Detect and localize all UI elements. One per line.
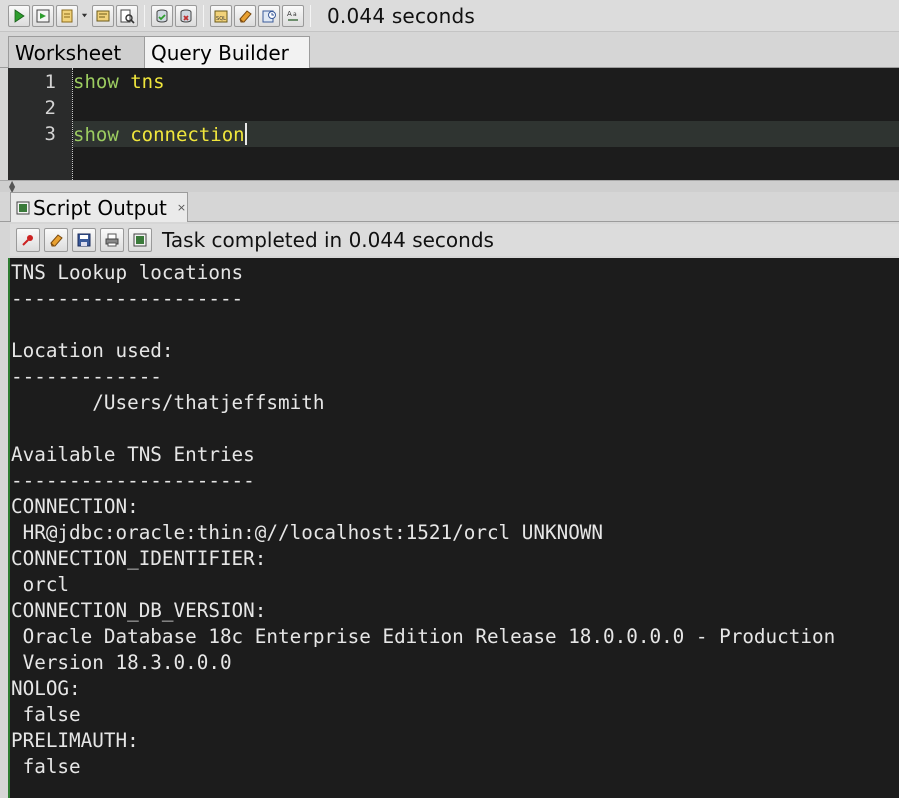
sql-editor[interactable]: 1 2 3 show tns show connection	[8, 68, 899, 180]
line-number: 2	[44, 97, 56, 119]
toolbar-separator	[203, 4, 204, 27]
output-line: Available TNS Entries	[11, 443, 255, 466]
output-line: HR@jdbc:oracle:thin:@//localhost:1521/or…	[11, 521, 604, 544]
editor-tab-bar: Worksheet Query Builder	[0, 34, 899, 68]
toolbar-separator	[310, 4, 311, 27]
text-caret	[244, 123, 247, 145]
worksheet-toolbar: SQL Aa 0.044 seconds	[0, 0, 899, 32]
output-tab-bar: Script Output ×	[0, 192, 899, 222]
pin-icon	[22, 235, 33, 246]
output-line: TNS Lookup locations	[11, 261, 244, 284]
chevron-down-icon	[81, 13, 87, 18]
buffer-size-button[interactable]	[128, 228, 152, 252]
tab-script-output[interactable]: Script Output ×	[10, 192, 188, 222]
code-keyword: show	[73, 71, 119, 93]
clear-output-button[interactable]	[44, 228, 68, 252]
code-argument: tns	[130, 71, 165, 93]
svg-text:SQL: SQL	[216, 16, 226, 22]
output-line: NOLOG:	[11, 677, 81, 700]
tab-worksheet[interactable]: Worksheet	[8, 36, 145, 68]
save-output-button[interactable]	[72, 228, 96, 252]
output-line: Version 18.3.0.0.0	[11, 651, 232, 674]
explain-plan-button[interactable]	[92, 4, 114, 27]
clear-button[interactable]	[234, 4, 256, 27]
print-output-button[interactable]	[100, 228, 124, 252]
close-icon[interactable]: ×	[177, 201, 186, 214]
code-line[interactable]: show tns	[73, 71, 165, 93]
svg-text:A: A	[287, 10, 292, 18]
unshared-sql-button[interactable]: SQL	[210, 4, 232, 27]
autotrace-button[interactable]	[56, 4, 78, 27]
run-statement-icon	[14, 8, 25, 23]
output-line: /Users/thatjeffsmith	[11, 391, 325, 414]
sql-history-icon	[262, 10, 276, 22]
panel-splitter[interactable]: ▲ ▼	[0, 180, 899, 194]
unshared-sql-icon: SQL	[214, 10, 228, 22]
script-output-icon	[16, 201, 30, 214]
sql-tuning-icon	[120, 9, 135, 24]
buffer-size-icon	[133, 233, 147, 247]
format-case-button[interactable]: Aa	[282, 4, 304, 27]
commit-icon	[156, 9, 168, 23]
sql-tuning-button[interactable]	[116, 4, 138, 27]
pin-button[interactable]	[16, 228, 40, 252]
output-line: --------------------	[11, 287, 244, 310]
print-icon	[105, 233, 119, 247]
toolbar-separator	[144, 4, 145, 27]
commit-button[interactable]	[151, 4, 173, 27]
output-line: PRELIMAUTH:	[11, 729, 139, 752]
output-line: Oracle Database 18c Enterprise Edition R…	[11, 625, 836, 648]
run-statement-button[interactable]	[8, 4, 30, 27]
output-line: CONNECTION:	[11, 495, 139, 518]
output-line: CONNECTION_IDENTIFIER:	[11, 547, 267, 570]
code-keyword: show	[73, 124, 119, 146]
output-line: orcl	[11, 573, 70, 596]
current-code-line[interactable]: show connection	[73, 121, 899, 147]
output-line: Location used:	[11, 339, 174, 362]
rollback-button[interactable]	[175, 4, 197, 27]
task-status: Task completed in 0.044 seconds	[162, 228, 494, 252]
run-script-button[interactable]	[32, 4, 54, 27]
clear-eraser-icon	[239, 9, 252, 22]
script-output-area[interactable]: TNS Lookup locations -------------------…	[10, 258, 899, 798]
tab-query-builder[interactable]: Query Builder	[144, 36, 310, 68]
line-number: 3	[44, 123, 56, 145]
autotrace-icon	[61, 9, 73, 22]
clear-eraser-icon	[50, 234, 63, 247]
sql-history-button[interactable]	[258, 4, 280, 27]
line-number: 1	[44, 71, 56, 93]
autotrace-dropdown[interactable]	[80, 5, 88, 27]
format-case-icon: Aa	[287, 10, 298, 21]
output-line: ---------------------	[11, 469, 255, 492]
code-argument: connection	[130, 124, 245, 146]
output-line: false	[11, 703, 81, 726]
save-icon	[77, 233, 91, 247]
explain-plan-icon	[96, 10, 110, 21]
rollback-icon	[180, 9, 192, 23]
output-line: -------------	[11, 365, 162, 388]
svg-text:a: a	[293, 11, 297, 18]
line-number-gutter: 1 2 3	[8, 68, 72, 180]
tab-script-output-label: Script Output	[33, 195, 167, 220]
run-script-icon	[36, 9, 50, 22]
output-line: false	[11, 755, 81, 778]
execution-time: 0.044 seconds	[327, 3, 475, 28]
output-toolbar: Task completed in 0.044 seconds	[10, 224, 899, 256]
output-line: CONNECTION_DB_VERSION:	[11, 599, 267, 622]
